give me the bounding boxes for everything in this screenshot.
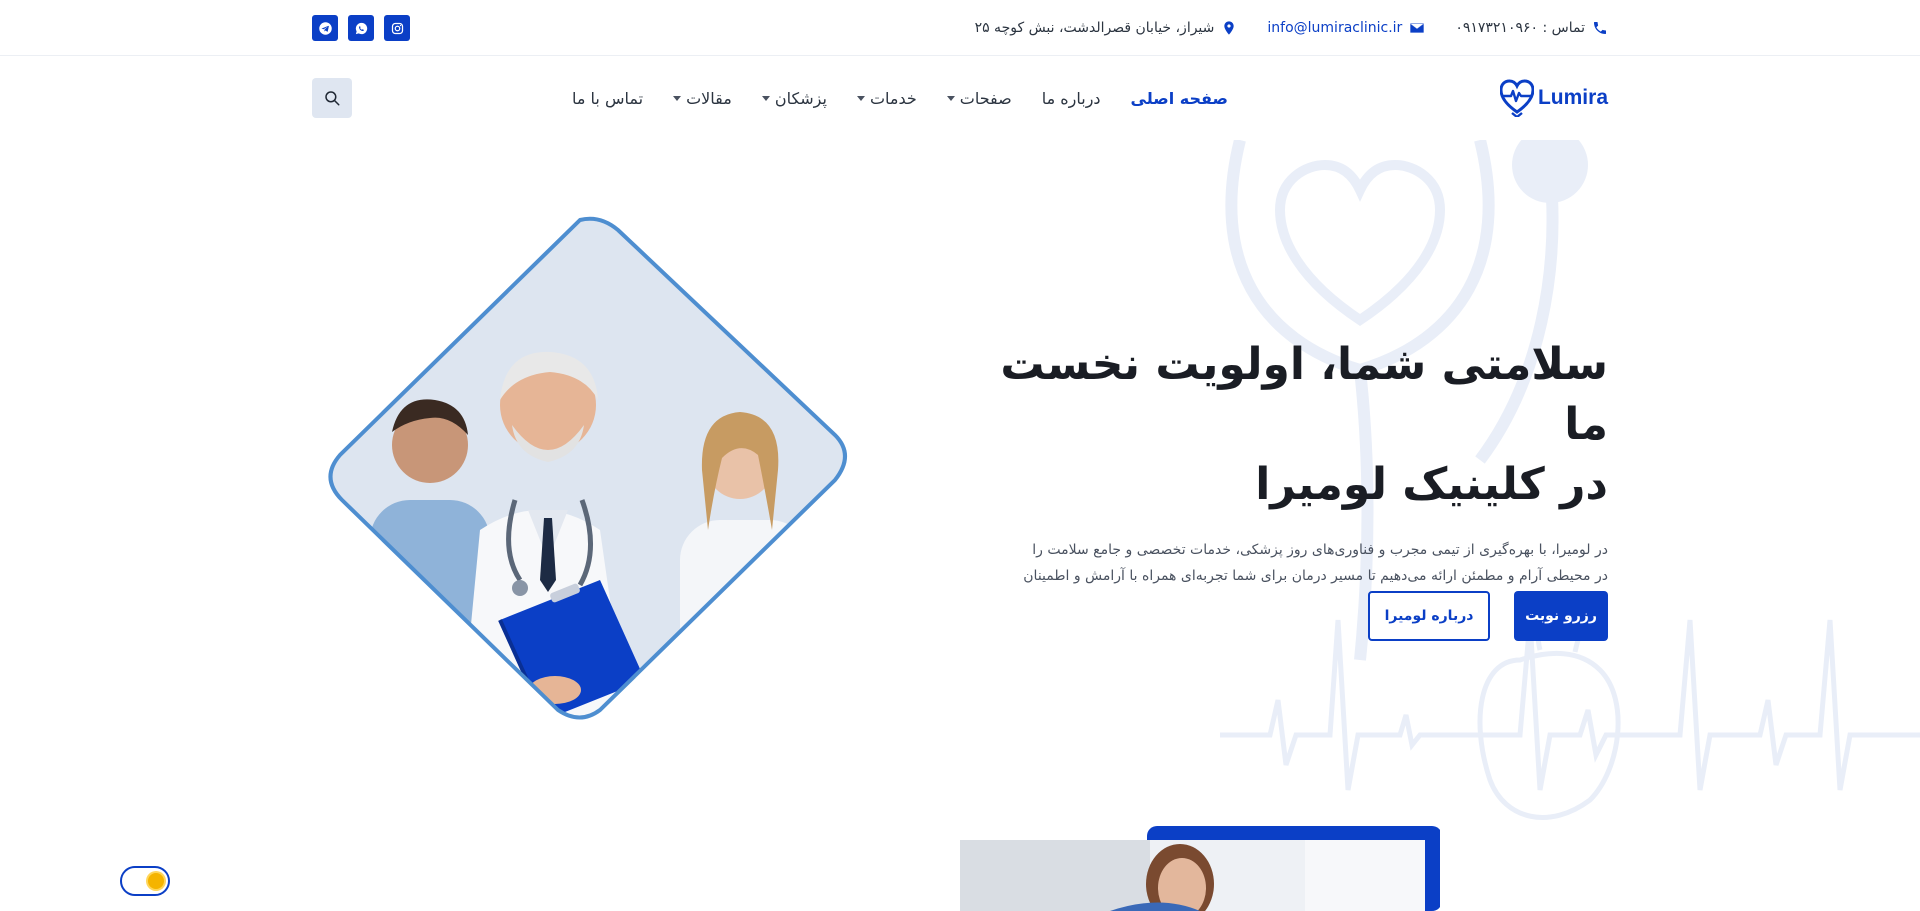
instagram-icon xyxy=(391,22,403,34)
nav-item-label: مقالات xyxy=(686,88,732,108)
telegram-link[interactable] xyxy=(312,15,338,41)
nav-item-services[interactable]: خدمات xyxy=(856,88,917,108)
location-pin-icon xyxy=(1224,21,1235,35)
nav-item-label: خدمات xyxy=(869,88,917,108)
social-links xyxy=(312,15,410,41)
brand-name: Lumira xyxy=(1537,86,1608,109)
contact-info: تماس : ۰۹۱۷۳۲۱۰۹۶۰ info@lumiraclinic.ir … xyxy=(975,20,1608,36)
email-text: info@lumiraclinic.ir xyxy=(1267,20,1403,36)
nav-item-contact[interactable]: تماس با ما xyxy=(572,89,643,108)
address-text: شیراز، خیابان قصرالدشت، نبش کوچه ۲۵ xyxy=(974,20,1215,36)
whatsapp-icon xyxy=(355,22,367,34)
nav-item-label: صفحه اصلی xyxy=(1130,88,1228,108)
site-logo[interactable]: Lumira xyxy=(1499,79,1608,117)
contact-address: شیراز، خیابان قصرالدشت، نبش کوچه ۲۵ xyxy=(975,20,1238,36)
nav-menu: صفحه اصلی درباره ما صفحات خدمات پزشکان م… xyxy=(572,88,1228,108)
heart-pulse-logo-icon xyxy=(1499,79,1534,117)
caret-down-icon xyxy=(946,95,955,101)
book-appointment-button[interactable]: رزرو نوبت xyxy=(1514,591,1608,641)
nav-item-pages[interactable]: صفحات xyxy=(946,88,1012,108)
contact-phone[interactable]: تماس : ۰۹۱۷۳۲۱۰۹۶۰ xyxy=(1455,20,1608,36)
telegram-icon xyxy=(318,21,332,35)
phone-icon xyxy=(1594,22,1606,34)
nav-item-home[interactable]: صفحه اصلی xyxy=(1131,89,1228,108)
theme-toggle[interactable] xyxy=(120,866,170,896)
phone-text: تماس : ۰۹۱۷۳۲۱۰۹۶۰ xyxy=(1455,20,1585,36)
main-navbar: Lumira صفحه اصلی درباره ما صفحات خدمات پ… xyxy=(312,56,1608,140)
nav-item-label: صفحات xyxy=(959,88,1012,108)
hero-actions: رزرو نوبت درباره لومیرا xyxy=(1368,591,1608,641)
nav-item-label: پزشکان xyxy=(774,88,827,108)
hero-title-line-1: سلامتی شما، اولویت نخست ما xyxy=(1000,339,1608,450)
nav-item-doctors[interactable]: پزشکان xyxy=(761,88,827,108)
about-section-image-preview xyxy=(960,826,1440,911)
envelope-icon xyxy=(1410,23,1424,33)
instagram-link[interactable] xyxy=(384,15,410,41)
caret-down-icon xyxy=(761,95,770,101)
nav-item-about[interactable]: درباره ما xyxy=(1042,89,1101,108)
search-icon xyxy=(325,91,340,106)
contact-email[interactable]: info@lumiraclinic.ir xyxy=(1267,20,1425,36)
search-button[interactable] xyxy=(312,78,352,118)
about-lumira-button[interactable]: درباره لومیرا xyxy=(1368,591,1490,641)
caret-down-icon xyxy=(673,95,682,101)
hero-title: سلامتی شما، اولویت نخست ما در کلینیک لوم… xyxy=(988,335,1608,515)
top-bar: تماس : ۰۹۱۷۳۲۱۰۹۶۰ info@lumiraclinic.ir … xyxy=(0,0,1920,56)
nav-item-label: تماس با ما xyxy=(572,88,644,108)
hero-doctors-image xyxy=(328,216,847,720)
hero-title-line-2: در کلینیک لومیرا xyxy=(1255,459,1608,510)
hero-content: سلامتی شما، اولویت نخست ما در کلینیک لوم… xyxy=(988,335,1608,615)
nav-item-label: درباره ما xyxy=(1041,88,1101,108)
nav-item-articles[interactable]: مقالات xyxy=(673,89,732,108)
sun-icon xyxy=(148,873,164,889)
whatsapp-link[interactable] xyxy=(348,15,374,41)
caret-down-icon xyxy=(856,95,865,101)
